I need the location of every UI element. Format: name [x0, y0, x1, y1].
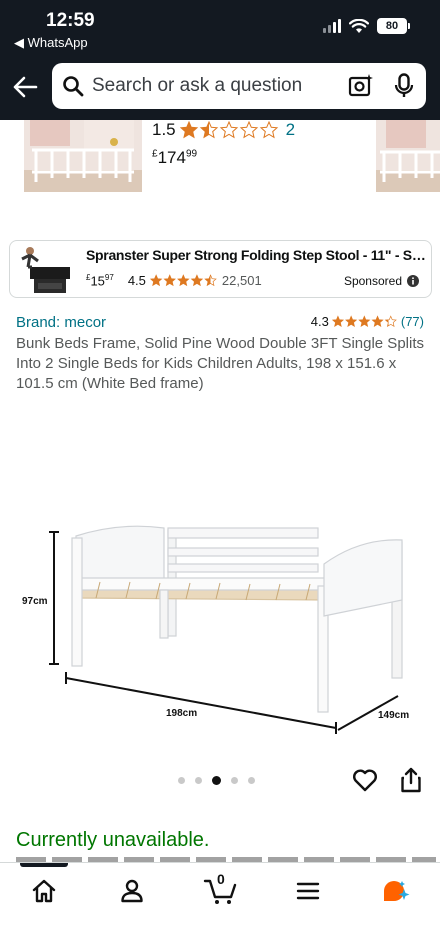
star-rating-icon — [332, 315, 397, 327]
rating-value: 1.5 — [152, 120, 176, 139]
star-rating-icon — [180, 121, 278, 138]
header: 12:59 ◀ WhatsApp 80 Search or ask a ques… — [0, 0, 440, 120]
battery-level: 80 — [377, 18, 407, 34]
bottom-navigation: 0 — [0, 862, 440, 952]
pagination-dot[interactable] — [195, 777, 202, 784]
star-rating-icon — [150, 274, 217, 286]
microphone-icon[interactable] — [392, 73, 416, 99]
dimension-height-label: 97cm — [22, 596, 48, 607]
camera-lens-icon[interactable] — [348, 73, 374, 99]
share-icon[interactable] — [400, 767, 422, 793]
product-rating-count[interactable]: (77) — [401, 314, 424, 329]
product-image[interactable]: 97cm 198cm 149cm — [20, 400, 420, 760]
availability-status: Currently unavailable. — [16, 829, 210, 851]
related-product-image[interactable] — [24, 120, 142, 192]
pagination-dot[interactable] — [178, 777, 185, 784]
menu-icon — [296, 882, 320, 900]
product-rating[interactable]: 4.3 (77) — [311, 314, 424, 329]
dimension-width-label: 149cm — [378, 710, 409, 721]
brand-rating-row: Brand: mecor 4.3 (77) — [16, 314, 424, 334]
sponsored-title[interactable]: Spranster Super Strong Folding Step Stoo… — [86, 247, 428, 263]
image-pagination[interactable] — [178, 776, 255, 785]
back-to-app-link[interactable]: ◀ WhatsApp — [14, 35, 88, 51]
brand-link[interactable]: Brand: mecor — [16, 314, 106, 331]
rufus-icon — [384, 881, 410, 901]
pagination-dot-active[interactable] — [212, 776, 221, 785]
status-icons: 80 — [323, 18, 410, 34]
cart-count: 0 — [217, 871, 225, 887]
sponsored-meta: £1597 4.5 22,501 — [86, 273, 262, 288]
info-icon — [407, 275, 419, 287]
sponsored-price: £1597 — [86, 273, 114, 289]
battery-icon: 80 — [377, 18, 410, 34]
cart-tab[interactable]: 0 — [200, 871, 240, 907]
home-icon — [32, 879, 56, 903]
back-arrow-icon[interactable] — [12, 74, 38, 100]
product-rating-value: 4.3 — [310, 314, 329, 329]
menu-tab[interactable] — [288, 875, 328, 907]
wifi-icon — [349, 18, 369, 33]
account-icon — [121, 879, 143, 903]
heart-icon[interactable] — [352, 768, 378, 792]
home-tab[interactable] — [24, 875, 64, 907]
product-page: 12:59 ◀ WhatsApp 80 Search or ask a ques… — [0, 0, 440, 952]
related-product-price: £17499 — [152, 148, 198, 167]
status-time: 12:59 — [46, 10, 95, 31]
step-stool-image — [21, 247, 70, 293]
sponsored-product-card[interactable]: Spranster Super Strong Folding Step Stoo… — [9, 240, 432, 298]
related-product-image[interactable] — [376, 120, 440, 192]
sponsored-label[interactable]: Sponsored — [344, 274, 419, 288]
search-input[interactable]: Search or ask a question — [92, 75, 340, 97]
sponsored-rating-count: 22,501 — [221, 273, 262, 289]
related-products-carousel: 1.5 2 £17499 — [0, 120, 440, 196]
dimension-length-label: 198cm — [166, 708, 197, 719]
search-bar[interactable]: Search or ask a question — [52, 63, 426, 109]
related-product-rating[interactable]: 1.5 2 — [152, 120, 295, 140]
rating-count[interactable]: 2 — [286, 120, 295, 140]
account-tab[interactable] — [112, 875, 152, 907]
rufus-tab[interactable] — [376, 875, 416, 907]
search-icon — [63, 76, 84, 97]
pagination-dot[interactable] — [231, 777, 238, 784]
pagination-dot[interactable] — [248, 777, 255, 784]
sponsored-rating: 4.5 — [127, 273, 146, 289]
product-title: Bunk Beds Frame, Solid Pine Wood Double … — [16, 335, 424, 392]
signal-icon — [323, 19, 341, 33]
active-tab-indicator — [20, 863, 68, 867]
